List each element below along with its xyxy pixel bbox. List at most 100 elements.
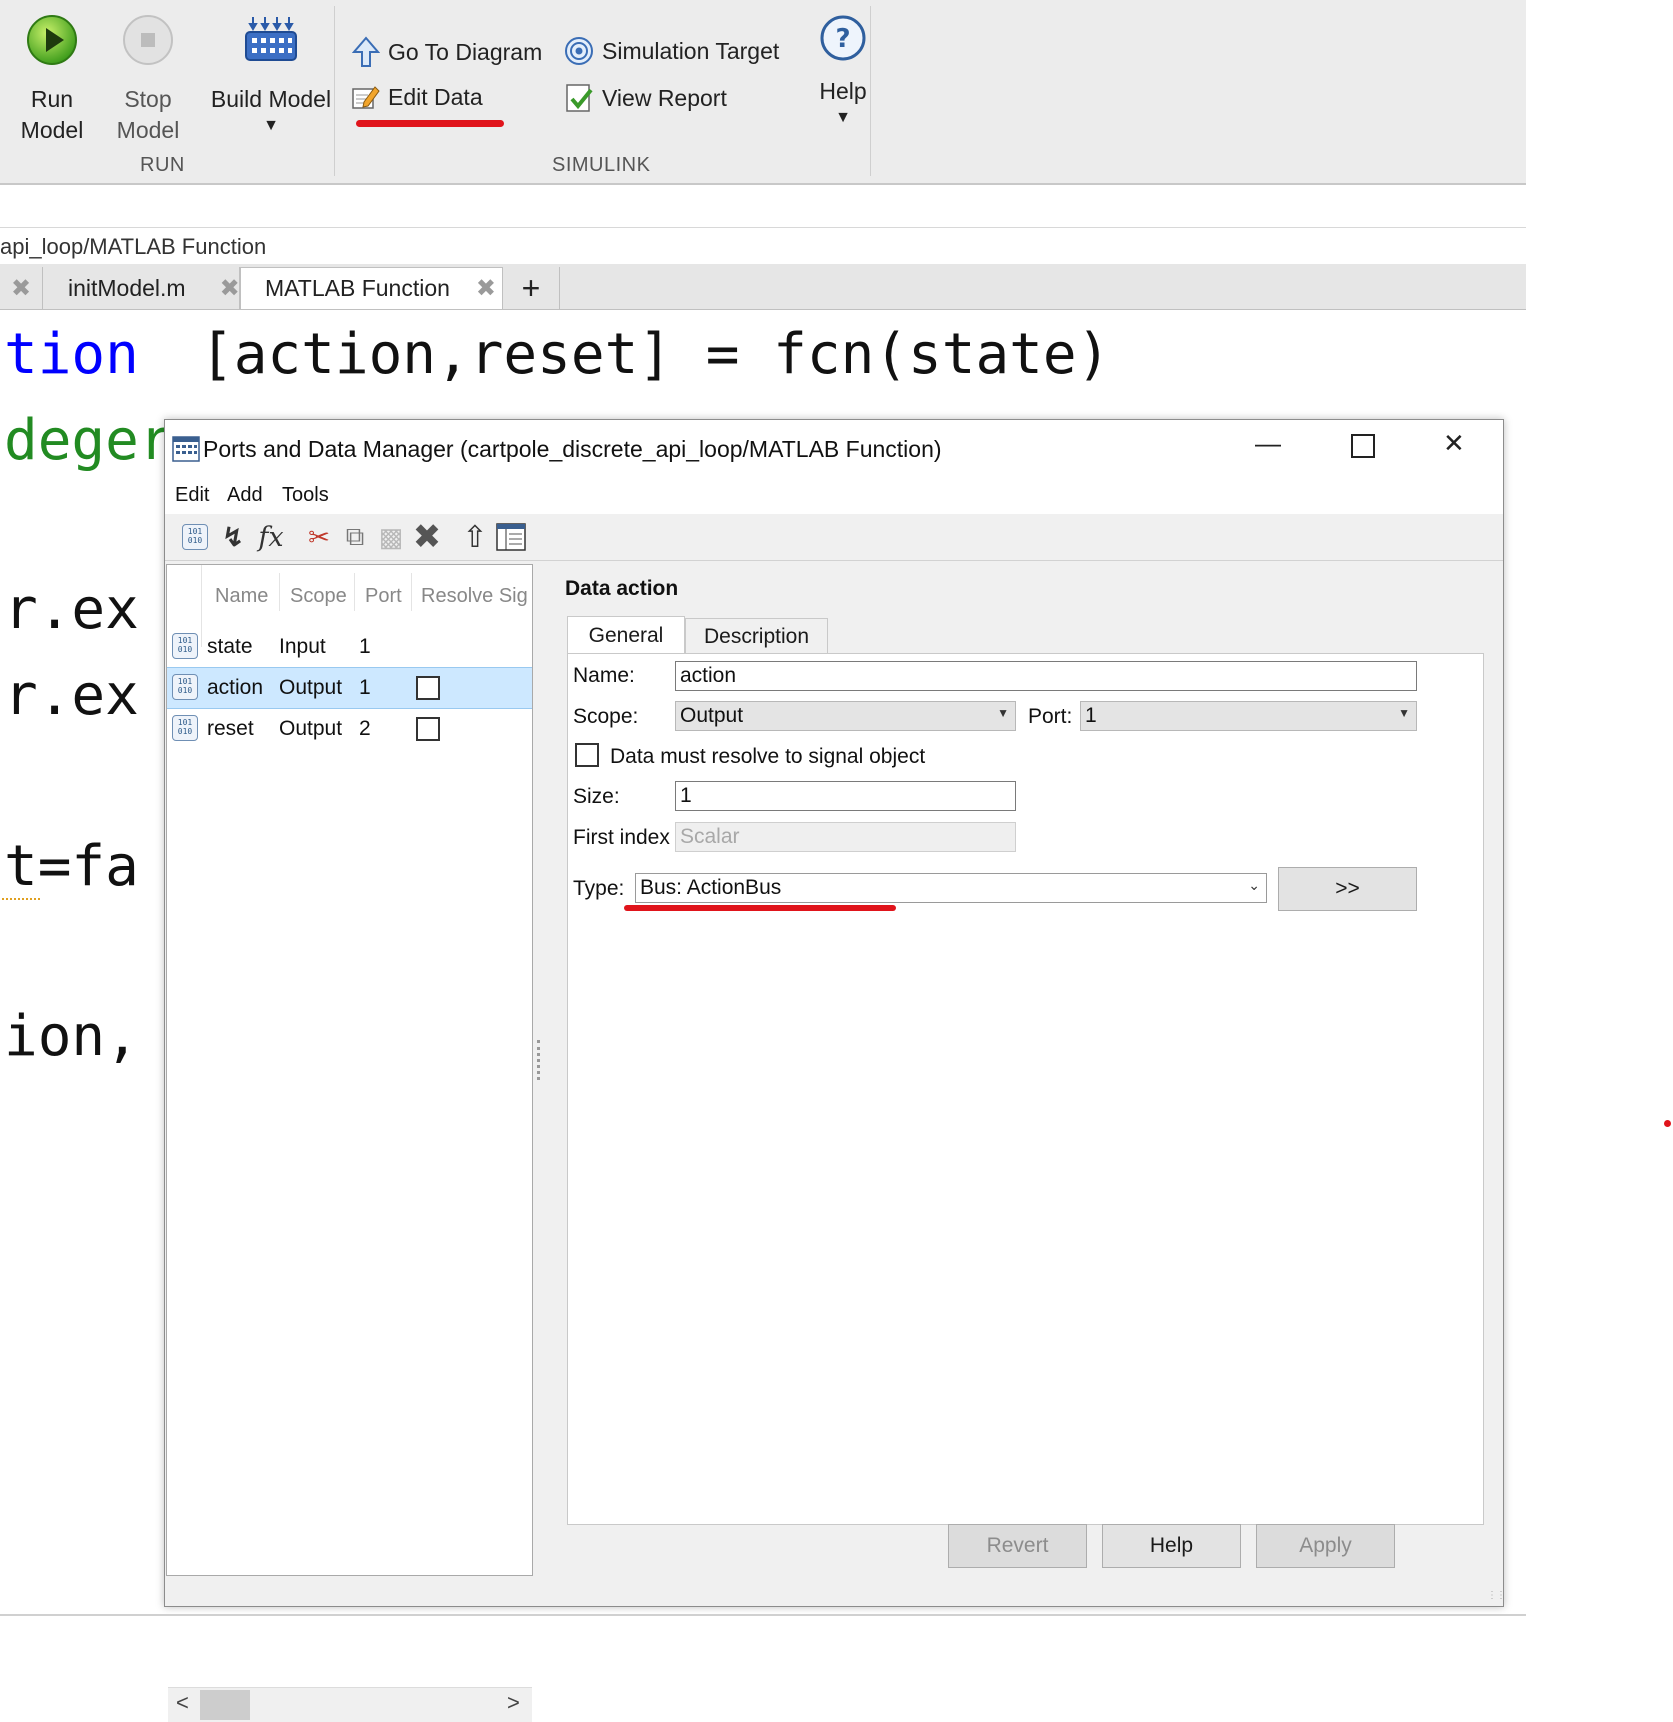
copy-icon[interactable]: ⧉: [338, 520, 372, 554]
stop-model-label-2: Model: [116, 117, 180, 143]
help-toolstrip-button[interactable]: ? Help ▼: [808, 14, 878, 129]
minimize-button[interactable]: —: [1255, 428, 1281, 459]
tab-initmodel[interactable]: initModel.m ✖: [42, 267, 240, 309]
help-button[interactable]: Help: [1102, 1524, 1241, 1568]
port-label: Port:: [1028, 705, 1073, 728]
group-label-simulink: SIMULINK: [552, 154, 651, 176]
size-input[interactable]: 1: [675, 781, 1016, 811]
chevron-down-icon: ▼: [1398, 706, 1410, 720]
tab-matlab-function[interactable]: MATLAB Function ✖: [240, 267, 503, 309]
code-warning-underline: [2, 895, 40, 900]
toolstrip-separator: [334, 6, 335, 176]
resolve-checkbox[interactable]: [416, 717, 440, 741]
tab-description[interactable]: Description: [685, 618, 828, 654]
help-icon: ?: [820, 15, 866, 61]
menu-edit[interactable]: Edit: [175, 484, 209, 507]
view-report-button[interactable]: View Report: [564, 82, 727, 114]
resolve-signal-checkbox[interactable]: [575, 743, 599, 767]
apply-button[interactable]: Apply: [1256, 1524, 1395, 1568]
arrow-up-icon[interactable]: ⇧: [458, 520, 492, 554]
toolstrip: Run Model Stop Model Build Model ▼ RUN G…: [0, 0, 1526, 185]
data-list-panel: Name Scope Port Resolve Sig 101 010 state…: [166, 564, 533, 1722]
horizontal-scrollbar[interactable]: < >: [168, 1687, 532, 1722]
resize-grip-icon[interactable]: ⋮⋮: [1487, 1590, 1506, 1601]
add-data-icon[interactable]: 101 010: [178, 520, 212, 554]
data-icon: 101 010: [172, 674, 198, 700]
row-port: 1: [359, 676, 371, 699]
edit-data-label: Edit Data: [388, 83, 483, 110]
build-model-button[interactable]: Build Model ▼: [196, 14, 346, 137]
code-line-signature: [action,reset] = fcn(state): [200, 322, 1111, 387]
function-icon[interactable]: fx: [254, 520, 288, 554]
run-model-button[interactable]: Run Model: [8, 14, 96, 146]
add-event-icon[interactable]: ↯: [216, 520, 250, 554]
revert-button[interactable]: Revert: [948, 1524, 1087, 1568]
maximize-button[interactable]: [1351, 426, 1375, 465]
play-icon: [27, 15, 77, 65]
cut-icon[interactable]: ✂: [302, 520, 336, 554]
scope-value: Output: [680, 704, 744, 727]
run-model-label-1: Run: [30, 86, 74, 112]
simulation-target-label: Simulation Target: [602, 37, 780, 64]
edit-data-button[interactable]: Edit Data: [350, 82, 483, 112]
type-select[interactable]: Bus: ActionBus ⌄: [635, 873, 1267, 903]
group-label-run: RUN: [140, 154, 185, 176]
annotation-underline-edit-data: [356, 120, 504, 127]
panel-splitter-handle[interactable]: [537, 1040, 544, 1080]
type-value: Bus: ActionBus: [640, 876, 782, 899]
column-header-name[interactable]: Name: [215, 585, 268, 608]
edit-data-icon: [352, 86, 380, 109]
menu-add[interactable]: Add: [227, 484, 263, 507]
go-to-diagram-button[interactable]: Go To Diagram: [352, 36, 542, 68]
table-row-reset[interactable]: 101 010 reset Output 2: [167, 709, 532, 749]
name-label: Name:: [573, 664, 635, 687]
tab-close-button[interactable]: ✖: [0, 267, 43, 309]
view-report-label: View Report: [602, 84, 727, 111]
chevron-down-icon: ▼: [263, 117, 279, 134]
menu-tools[interactable]: Tools: [282, 484, 329, 507]
toolstrip-separator: [870, 6, 871, 176]
data-manager-icon: [172, 436, 200, 462]
column-divider: [279, 573, 280, 611]
delete-icon[interactable]: ✖: [410, 518, 444, 556]
stop-model-label-1: Stop: [124, 86, 172, 112]
tab-label: MATLAB Function: [265, 275, 450, 301]
stop-model-button[interactable]: Stop Model: [104, 14, 192, 146]
port-select[interactable]: 1 ▼: [1080, 701, 1417, 731]
dialog-menubar: [165, 478, 1503, 514]
first-index-input: Scalar: [675, 822, 1016, 852]
scope-label: Scope:: [573, 705, 639, 728]
data-heading: Data action: [565, 577, 679, 600]
scroll-right-button[interactable]: >: [507, 1690, 520, 1716]
type-assistant-button[interactable]: >>: [1278, 867, 1417, 911]
table-row-action[interactable]: 101 010 action Output 1: [167, 667, 532, 709]
column-header-scope[interactable]: Scope: [290, 585, 347, 608]
paste-icon[interactable]: ▩: [374, 520, 408, 554]
properties-panel: Name: action Scope: Output ▼ Port: 1 ▼ D…: [567, 653, 1484, 1525]
simulation-target-button[interactable]: Simulation Target: [564, 36, 779, 66]
code-line: r.ex: [4, 577, 139, 642]
new-tab-button[interactable]: +: [503, 267, 560, 309]
build-icon: [245, 17, 297, 61]
close-icon[interactable]: ✖: [476, 274, 496, 303]
column-header-resolve[interactable]: Resolve Sig: [421, 585, 529, 608]
chevron-down-icon: ▼: [835, 109, 851, 126]
row-scope: Output: [279, 717, 343, 740]
type-label: Type:: [573, 877, 625, 900]
close-dialog-button[interactable]: ✕: [1443, 428, 1465, 459]
column-header-port[interactable]: Port: [365, 585, 402, 608]
code-line-comment: deger: [4, 408, 173, 473]
close-icon[interactable]: ✖: [220, 274, 240, 303]
resolve-checkbox[interactable]: [416, 676, 440, 700]
scroll-left-button[interactable]: <: [176, 1690, 189, 1716]
model-explorer-icon[interactable]: [494, 520, 528, 554]
scrollbar-thumb[interactable]: [200, 1690, 250, 1720]
name-input[interactable]: action: [675, 661, 1417, 691]
tab-label: initModel.m: [68, 274, 186, 301]
row-name: reset: [207, 717, 254, 740]
tab-general[interactable]: General: [567, 616, 685, 654]
scope-select[interactable]: Output ▼: [675, 701, 1016, 731]
resolve-signal-label: Data must resolve to signal object: [610, 745, 926, 768]
table-row-state[interactable]: 101 010 state Input 1: [167, 627, 532, 667]
stop-icon: [123, 15, 173, 65]
